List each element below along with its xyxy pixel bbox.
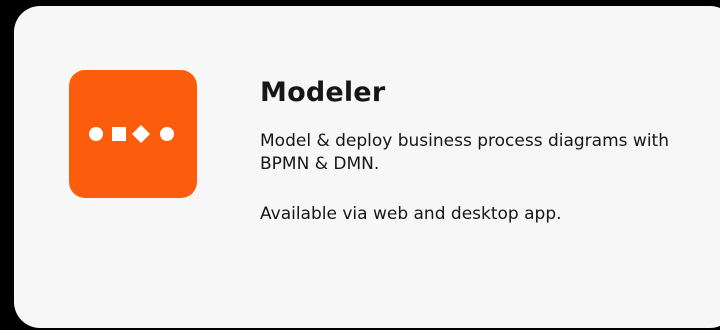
card-description: Model & deploy business process diagrams…	[260, 131, 669, 174]
modeler-logo	[69, 70, 197, 198]
card-title: Modeler	[260, 77, 386, 108]
modeler-card[interactable]: Modeler Model & deploy business process …	[14, 6, 720, 328]
bpmn-shapes-icon	[89, 125, 174, 143]
card-availability: Available via web and desktop app.	[260, 204, 562, 224]
card-content: Modeler Model & deploy business process …	[260, 76, 700, 226]
